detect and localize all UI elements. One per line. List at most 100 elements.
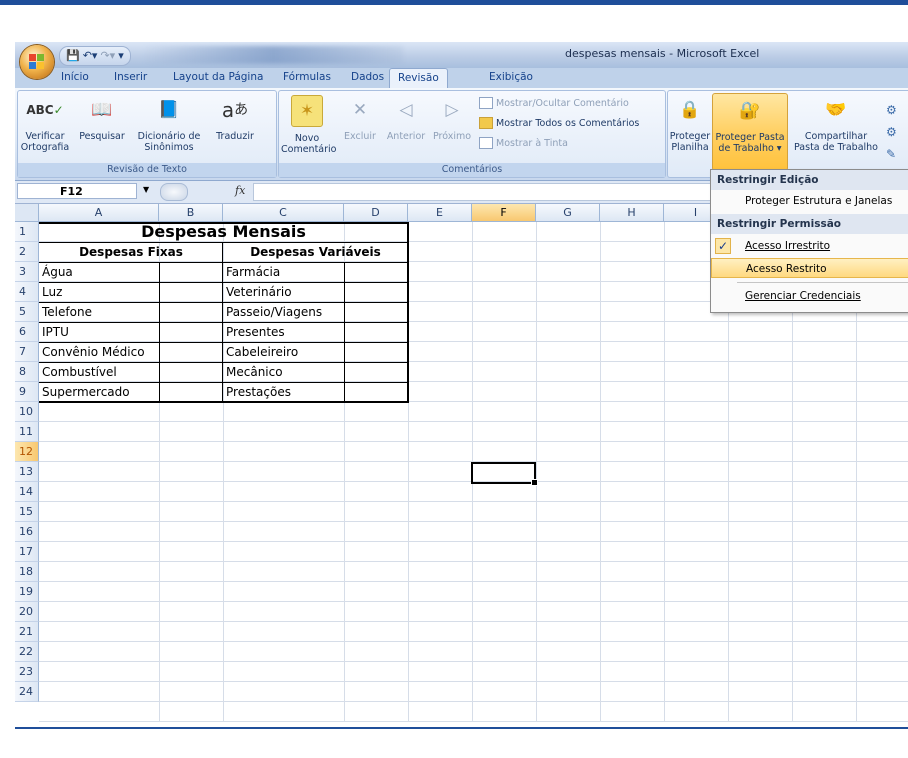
proteger-planilha-button[interactable]: 🔒 Proteger Planilha <box>668 95 712 153</box>
tab-layout-da-pagina[interactable]: Layout da Página <box>173 71 263 83</box>
variable-item-cell[interactable]: Presentes <box>223 322 285 342</box>
menu-item-proteger-estrutura[interactable]: Proteger Estrutura e Janelas <box>711 191 908 211</box>
name-box[interactable]: F12 <box>17 183 137 199</box>
gridline <box>39 601 908 602</box>
row-header-3[interactable]: 3 <box>15 262 39 282</box>
group-label-comentarios: Comentários <box>279 163 665 177</box>
column-header-b[interactable]: B <box>159 204 223 222</box>
office-button[interactable] <box>20 45 54 79</box>
row-header-14[interactable]: 14 <box>15 482 39 502</box>
excluir-comentario-button[interactable]: ✕ Excluir <box>337 95 383 142</box>
gridline <box>39 661 908 662</box>
row-header-8[interactable]: 8 <box>15 362 39 382</box>
save-icon[interactable]: 💾 <box>66 48 80 64</box>
fixed-item-cell[interactable]: Telefone <box>39 302 92 322</box>
mostrar-ocultar-comentario-button[interactable]: Mostrar/Ocultar Comentário <box>479 97 629 109</box>
gridline <box>39 721 908 722</box>
variable-item-cell[interactable]: Cabeleireiro <box>223 342 298 362</box>
gridline <box>39 701 908 702</box>
redo-icon[interactable]: ↷▾ <box>100 48 115 64</box>
compartilhar-pasta-button[interactable]: 🤝 Compartilhar Pasta de Trabalho <box>788 95 884 153</box>
new-comment-icon: ✶ <box>291 95 323 127</box>
formula-input[interactable] <box>253 183 715 201</box>
row-header-20[interactable]: 20 <box>15 602 39 622</box>
tab-dados[interactable]: Dados <box>351 71 384 83</box>
variable-item-cell[interactable]: Veterinário <box>223 282 292 302</box>
proximo-label: Próximo <box>432 131 472 142</box>
column-header-e[interactable]: E <box>408 204 472 222</box>
column-header-c[interactable]: C <box>223 204 344 222</box>
row-header-17[interactable]: 17 <box>15 542 39 562</box>
fixed-item-cell[interactable]: Convênio Médico <box>39 342 145 362</box>
protect-workbook-icon: 🔐 <box>739 100 761 121</box>
tab-inicio[interactable]: Início <box>61 71 89 83</box>
variable-item-cell[interactable]: Passeio/Viagens <box>223 302 322 322</box>
row-header-10[interactable]: 10 <box>15 402 39 422</box>
gridline <box>536 222 537 722</box>
row-header-7[interactable]: 7 <box>15 342 39 362</box>
row-header-22[interactable]: 22 <box>15 642 39 662</box>
row-header-15[interactable]: 15 <box>15 502 39 522</box>
insert-function-icon[interactable]: fx <box>235 184 245 197</box>
row-header-9[interactable]: 9 <box>15 382 39 402</box>
dicionario-sinonimos-button[interactable]: 📘 Dicionário de Sinônimos <box>134 95 204 153</box>
row-header-21[interactable]: 21 <box>15 622 39 642</box>
menu-item-acesso-irrestrito[interactable]: ✓ Acesso Irrestrito <box>711 236 908 256</box>
column-header-d[interactable]: D <box>344 204 408 222</box>
row-header-16[interactable]: 16 <box>15 522 39 542</box>
fixed-item-cell[interactable]: Água <box>39 262 73 282</box>
pesquisar-button[interactable]: 📖 Pesquisar <box>74 95 130 142</box>
customize-qat-icon[interactable]: ▾ <box>118 48 124 64</box>
mostrar-todos-comentarios-button[interactable]: Mostrar Todos os Comentários <box>479 117 639 129</box>
undo-icon[interactable]: ↶▾ <box>83 48 98 64</box>
tab-exibicao[interactable]: Exibição <box>489 71 533 83</box>
variable-item-cell[interactable]: Prestações <box>223 382 291 402</box>
tab-inserir[interactable]: Inserir <box>114 71 147 83</box>
more-changes-icons[interactable]: ⚙ ⚙ ✎ <box>886 99 897 165</box>
column-header-h[interactable]: H <box>600 204 664 222</box>
variable-expenses-header[interactable]: Despesas Variáveis <box>223 242 408 262</box>
compartilhar-label: Compartilhar <box>804 131 868 142</box>
variable-item-cell[interactable]: Mecânico <box>223 362 283 382</box>
row-header-1[interactable]: 1 <box>15 222 39 242</box>
fixed-expenses-header[interactable]: Despesas Fixas <box>39 242 223 262</box>
verificar-ortografia-button[interactable]: ABC ✓ Verificar Ortografia <box>20 95 70 154</box>
traduzir-button[interactable]: aあ Traduzir <box>210 95 260 143</box>
row-header-24[interactable]: 24 <box>15 682 39 702</box>
tab-formulas[interactable]: Fórmulas <box>283 71 331 83</box>
row-header-6[interactable]: 6 <box>15 322 39 342</box>
group-revisao-de-texto: ABC ✓ Verificar Ortografia 📖 Pesquisar 📘 … <box>17 90 277 178</box>
menu-item-acesso-restrito[interactable]: Acesso Restrito <box>711 258 908 278</box>
row-header-11[interactable]: 11 <box>15 422 39 442</box>
select-all-corner[interactable] <box>15 204 39 222</box>
sheet-title[interactable]: Despesas Mensais <box>39 222 408 242</box>
column-header-a[interactable]: A <box>39 204 159 222</box>
fixed-item-cell[interactable]: Combustível <box>39 362 117 382</box>
menu-item-gerenciar-credenciais[interactable]: Gerenciar Credenciais <box>711 286 908 306</box>
gridline <box>39 581 908 582</box>
selected-cell-f12[interactable] <box>471 462 538 486</box>
name-box-dropdown-icon[interactable]: ▼ <box>143 185 149 194</box>
row-header-5[interactable]: 5 <box>15 302 39 322</box>
row-header-13[interactable]: 13 <box>15 462 39 482</box>
table-border <box>407 222 409 403</box>
row-header-19[interactable]: 19 <box>15 582 39 602</box>
gridline <box>39 541 908 542</box>
row-header-18[interactable]: 18 <box>15 562 39 582</box>
row-header-12[interactable]: 12 <box>15 442 39 462</box>
column-header-f[interactable]: F <box>472 204 536 222</box>
anterior-comentario-button[interactable]: ◁ Anterior <box>383 95 429 142</box>
row-header-4[interactable]: 4 <box>15 282 39 302</box>
novo-comentario-button[interactable]: ✶ Novo Comentário <box>281 95 336 155</box>
variable-item-cell[interactable]: Farmácia <box>223 262 280 282</box>
row-header-2[interactable]: 2 <box>15 242 39 262</box>
column-header-g[interactable]: G <box>536 204 600 222</box>
fixed-item-cell[interactable]: Supermercado <box>39 382 130 402</box>
pasta-de-trabalho-label: Pasta de Trabalho <box>794 142 878 153</box>
fixed-item-cell[interactable]: IPTU <box>39 322 69 342</box>
proteger-pasta-de-trabalho-button[interactable]: 🔐 Proteger Pasta de Trabalho ▾ <box>712 93 788 171</box>
row-header-23[interactable]: 23 <box>15 662 39 682</box>
proximo-comentario-button[interactable]: ▷ Próximo <box>429 95 475 142</box>
mostrar-tinta-button[interactable]: Mostrar à Tinta <box>479 137 568 149</box>
fixed-item-cell[interactable]: Luz <box>39 282 62 302</box>
